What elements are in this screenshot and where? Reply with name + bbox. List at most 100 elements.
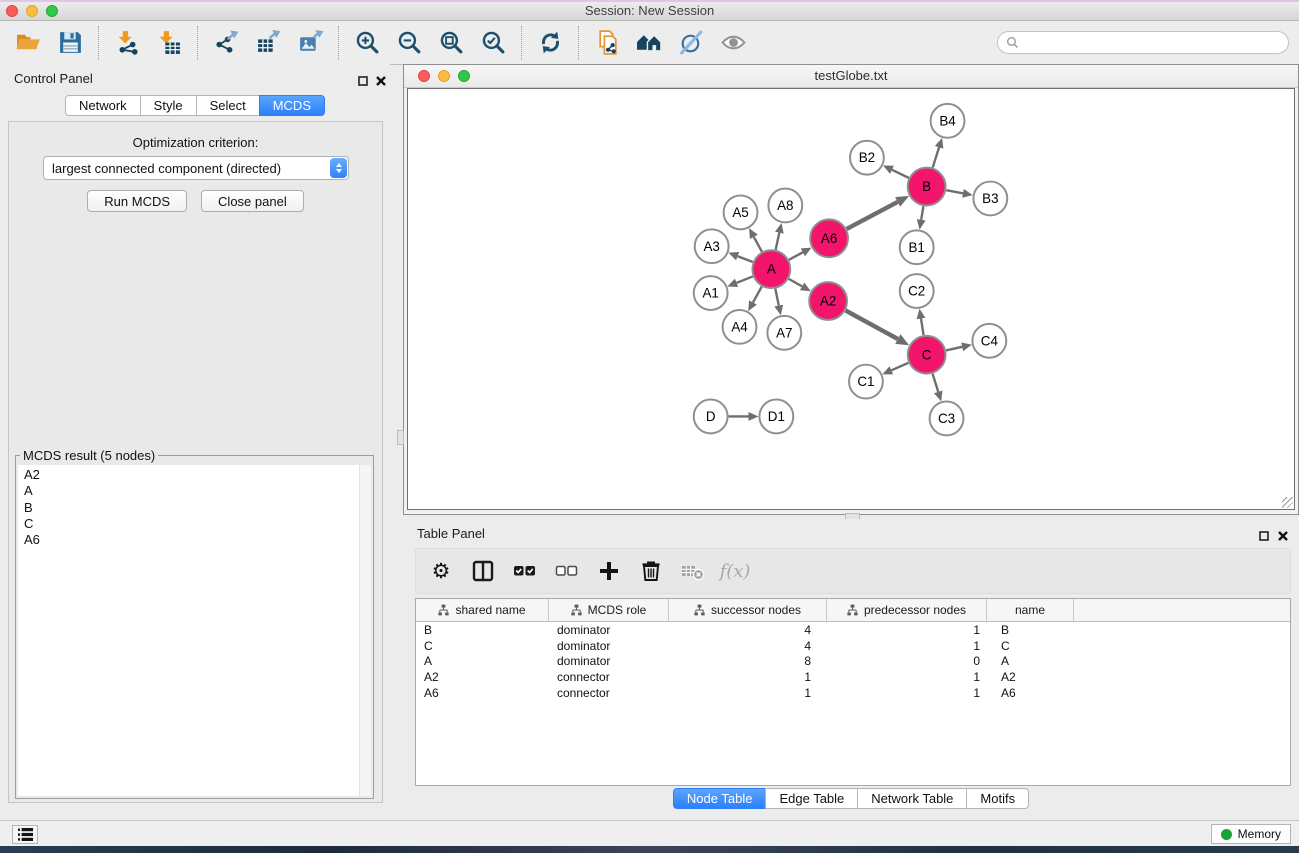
column-header-shared-name[interactable]: shared name — [416, 599, 549, 621]
edge-A-A2[interactable] — [789, 279, 802, 286]
network-window-titlebar[interactable]: testGlobe.txt — [404, 65, 1298, 88]
column-header-predecessor-nodes[interactable]: predecessor nodes — [827, 599, 987, 621]
edge-C-C2[interactable] — [921, 319, 924, 335]
cell[interactable]: A2 — [416, 669, 549, 685]
network-graph[interactable]: B4B2BB3A8A5A6A3B1AC2A1A2A4A7C4CC1C3DD1 — [408, 89, 1294, 509]
float-panel-button[interactable] — [358, 73, 368, 91]
edge-A-A6[interactable] — [789, 252, 803, 259]
edge-C-C1[interactable] — [891, 363, 908, 371]
memory-button[interactable]: Memory — [1211, 824, 1291, 844]
tab-select[interactable]: Select — [196, 95, 260, 116]
edge-A6-B[interactable] — [847, 202, 898, 229]
run-mcds-button[interactable]: Run MCDS — [87, 190, 187, 212]
open-session-button[interactable] — [13, 28, 43, 58]
cell[interactable]: A2 — [987, 669, 1074, 685]
tab-network[interactable]: Network — [65, 95, 141, 116]
resize-grip[interactable] — [1282, 497, 1293, 508]
edge-C-C3[interactable] — [933, 374, 939, 392]
cell[interactable]: 8 — [669, 653, 827, 669]
tab-style[interactable]: Style — [140, 95, 197, 116]
cell[interactable]: 1 — [669, 669, 827, 685]
cell[interactable]: B — [416, 622, 549, 638]
result-item-C[interactable]: C — [18, 516, 371, 532]
table-row-A2[interactable]: A2connector11A2 — [416, 669, 1290, 685]
edge-A-A5[interactable] — [754, 237, 762, 252]
column-header-name[interactable]: name — [987, 599, 1074, 621]
criterion-select[interactable]: largest connected component (directed) — [43, 156, 349, 180]
table-settings-button[interactable]: ⚙ — [428, 558, 454, 584]
network-close-button[interactable] — [418, 70, 430, 82]
zoom-fit-button[interactable] — [436, 28, 466, 58]
edge-A2-C[interactable] — [846, 311, 898, 339]
zoom-out-button[interactable] — [394, 28, 424, 58]
search-input[interactable] — [1024, 34, 1280, 51]
cell[interactable]: B — [987, 622, 1074, 638]
delete-row-button[interactable] — [638, 558, 664, 584]
edge-B-B1[interactable] — [921, 206, 923, 220]
maximize-window-button[interactable] — [46, 5, 58, 17]
result-item-A2[interactable]: A2 — [18, 467, 371, 483]
close-panel-button-mcds[interactable]: Close panel — [201, 190, 304, 212]
save-session-button[interactable] — [55, 28, 85, 58]
edge-A-A8[interactable] — [776, 233, 780, 250]
splitter-handle-left[interactable] — [397, 430, 404, 445]
close-table-panel-button[interactable] — [1278, 528, 1288, 546]
cell[interactable]: connector — [549, 669, 669, 685]
cell[interactable]: 1 — [827, 669, 987, 685]
edge-A-A4[interactable] — [753, 287, 762, 303]
network-maximize-button[interactable] — [458, 70, 470, 82]
float-table-panel-button[interactable] — [1259, 528, 1269, 546]
cell[interactable]: connector — [549, 685, 669, 701]
result-item-A[interactable]: A — [18, 483, 371, 499]
toggle-visibility-button[interactable] — [718, 28, 748, 58]
result-scrollbar[interactable] — [359, 465, 371, 796]
delete-table-button[interactable] — [680, 558, 706, 584]
cell[interactable]: C — [416, 638, 549, 654]
close-panel-button[interactable] — [376, 73, 386, 91]
cell[interactable]: 0 — [827, 653, 987, 669]
tab-node-table[interactable]: Node Table — [673, 788, 767, 809]
cell[interactable]: C — [987, 638, 1074, 654]
close-window-button[interactable] — [6, 5, 18, 17]
show-columns-button[interactable] — [470, 558, 496, 584]
task-history-button[interactable] — [12, 825, 38, 844]
edge-A-A1[interactable] — [737, 276, 753, 282]
function-builder-button[interactable]: f(x) — [722, 558, 748, 584]
table-row-C[interactable]: Cdominator41C — [416, 638, 1290, 654]
tab-motifs[interactable]: Motifs — [966, 788, 1029, 809]
search-field[interactable] — [997, 31, 1289, 54]
mcds-result-list[interactable]: A2ABCA6 — [18, 465, 371, 796]
table-row-A6[interactable]: A6connector11A6 — [416, 685, 1290, 701]
cell[interactable]: dominator — [549, 653, 669, 669]
edge-B-B2[interactable] — [892, 170, 909, 178]
zoom-in-button[interactable] — [352, 28, 382, 58]
edge-C-C4[interactable] — [946, 347, 962, 351]
clone-network-button[interactable] — [592, 28, 622, 58]
cell[interactable]: 1 — [669, 685, 827, 701]
minimize-window-button[interactable] — [26, 5, 38, 17]
zoom-selected-button[interactable] — [478, 28, 508, 58]
tab-mcds[interactable]: MCDS — [259, 95, 325, 116]
cell[interactable]: 1 — [827, 685, 987, 701]
column-header-MCDS-role[interactable]: MCDS role — [549, 599, 669, 621]
add-row-button[interactable] — [596, 558, 622, 584]
network-canvas[interactable]: B4B2BB3A8A5A6A3B1AC2A1A2A4A7C4CC1C3DD1 — [407, 88, 1295, 510]
cell[interactable]: dominator — [549, 622, 669, 638]
network-minimize-button[interactable] — [438, 70, 450, 82]
edge-A-A7[interactable] — [775, 289, 778, 306]
table-row-B[interactable]: Bdominator41B — [416, 622, 1290, 638]
result-item-A6[interactable]: A6 — [18, 532, 371, 548]
tab-edge-table[interactable]: Edge Table — [765, 788, 858, 809]
titlebar[interactable]: Session: New Session — [0, 2, 1299, 21]
cell[interactable]: A — [416, 653, 549, 669]
cell[interactable]: 4 — [669, 622, 827, 638]
edge-B-B4[interactable] — [933, 147, 939, 167]
import-network-button[interactable] — [112, 28, 142, 58]
cell[interactable]: A6 — [987, 685, 1074, 701]
cell[interactable]: dominator — [549, 638, 669, 654]
column-header-successor-nodes[interactable]: successor nodes — [669, 599, 827, 621]
export-table-button[interactable] — [253, 28, 283, 58]
toggle-graphics-details-button[interactable] — [676, 28, 706, 58]
cell[interactable]: 4 — [669, 638, 827, 654]
edge-A-A3[interactable] — [738, 256, 753, 262]
